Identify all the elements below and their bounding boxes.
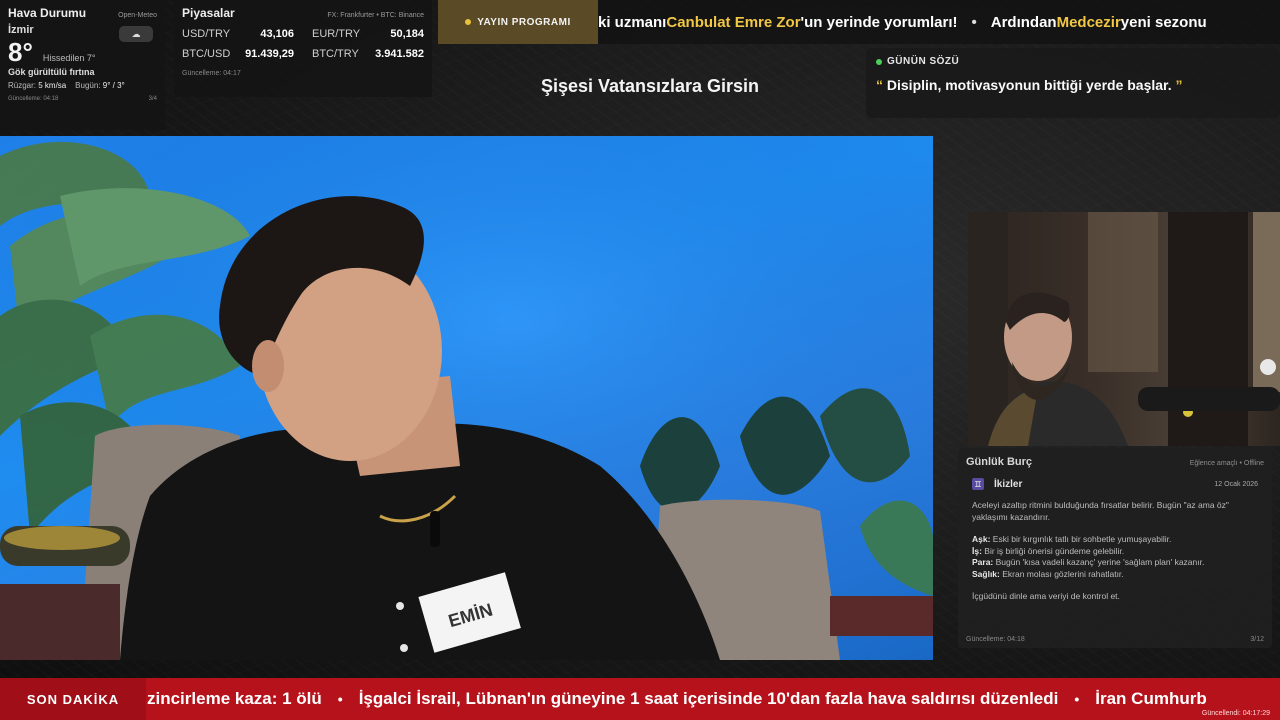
breaking-news-bar: SON DAKİKA zincirleme kaza: 1 ölü • İşga…	[0, 678, 1280, 720]
horoscope-body: Aceleyi azaltıp ritmini bulduğunda fırsa…	[966, 500, 1264, 603]
cloud-icon: ☁	[119, 26, 153, 42]
horoscope-line-text: Ekran molası gözlerini rahatlatır.	[999, 568, 1124, 579]
quote-label: GÜNÜN SÖZÜ	[887, 56, 960, 67]
weather-panel: Hava Durumu Open-Meteo İzmir ☁ 8° Hissed…	[0, 0, 165, 130]
market-symbol: EUR/TRY	[312, 28, 361, 40]
market-value: 43,106	[260, 28, 294, 40]
market-value: 91.439,29	[245, 48, 294, 60]
markets-updated: Güncelleme: 04:17	[182, 70, 241, 77]
today-value: 9° / 3°	[102, 81, 125, 90]
gemini-icon: ♊	[972, 478, 984, 490]
weather-temperature: 8°	[8, 37, 33, 67]
horoscope-line: Aşk: Eski bir kırgınlık tatlı bir sohbet…	[972, 534, 1258, 546]
quote-open-mark: “	[876, 77, 883, 93]
weather-feels-like: Hissedilen 7°	[42, 53, 96, 63]
breaking-separator: •	[337, 691, 343, 707]
breaking-separator: •	[1074, 691, 1080, 707]
horoscope-sign: İkizler	[994, 478, 1023, 490]
market-row: BTC/TRY 3.941.582	[312, 48, 424, 60]
show-title: Şişesi Vatansızlara Girsin	[540, 76, 760, 96]
wind-label: Rüzgar:	[8, 81, 37, 90]
quote-text-row: “ Disiplin, motivasyonun bittiği yerde b…	[876, 77, 1270, 93]
weather-title: Hava Durumu	[8, 6, 87, 20]
breaking-label: SON DAKİKA	[0, 678, 146, 720]
horoscope-panel: Günlük Burç Eğlence amaçlı • Offline ♊ İ…	[958, 448, 1272, 648]
quote-panel: GÜNÜN SÖZÜ “ Disiplin, motivasyonun bitt…	[866, 48, 1280, 118]
breaking-item: İran Cumhurb	[1095, 689, 1207, 708]
schedule-label: YAYIN PROGRAMI	[477, 16, 571, 28]
ticker-part: Ardından	[990, 13, 1057, 31]
webcam-scene	[968, 212, 1280, 446]
ticker-highlight: Canbulat Emre Zor	[666, 13, 801, 31]
weather-page: 3/4	[148, 96, 157, 102]
markets-title: Piyasalar	[182, 6, 235, 20]
ticker-part: ki uzmanı	[598, 13, 667, 31]
market-symbol: BTC/TRY	[312, 48, 359, 60]
main-video: EMİN	[0, 136, 933, 660]
markets-panel: Piyasalar FX: Frankfurter • BTC: Binance…	[174, 0, 432, 97]
horoscope-title: Günlük Burç	[966, 456, 1033, 468]
horoscope-line-text: Bir iş birliği önerisi gündeme gelebilir…	[981, 545, 1125, 556]
horoscope-line-key: Para:	[972, 557, 994, 567]
horoscope-intro: Aceleyi azaltıp ritmini bulduğunda fırsa…	[972, 500, 1229, 522]
horoscope-line-key: Aşk:	[972, 534, 991, 544]
weather-wind-row: Rüzgar: 5 km/sa Bugün: 9° / 3°	[8, 81, 157, 90]
market-value: 50,184	[390, 28, 424, 40]
market-row: BTC/USD 91.439,29	[182, 48, 294, 60]
ticker-highlight: Medcezir	[1056, 13, 1121, 31]
market-symbol: USD/TRY	[182, 28, 231, 40]
horoscope-line-key: Sağlık:	[972, 568, 1000, 579]
market-row: EUR/TRY 50,184	[312, 28, 424, 40]
market-symbol: BTC/USD	[182, 48, 231, 60]
horoscope-closing: İçgüdünü dinle ama veriyi de kontrol et.	[972, 591, 1120, 601]
breaking-item: zincirleme kaza: 1 ölü	[147, 689, 322, 708]
markets-source: FX: Frankfurter • BTC: Binance	[327, 12, 424, 19]
horoscope-line-text: Eski bir kırgınlık tatlı bir sohbetle yu…	[990, 534, 1172, 544]
horoscope-line-key: İş:	[972, 545, 982, 556]
horoscope-date: 12 Ocak 2026	[1214, 480, 1258, 488]
ticker-part: yeni sezonu	[1120, 13, 1207, 31]
weather-condition: Gök gürültülü fırtına	[8, 67, 95, 77]
schedule-button[interactable]: YAYIN PROGRAMI	[438, 0, 598, 44]
top-ticker: YAYIN PROGRAMI ki uzmanı Canbulat Emre Z…	[438, 0, 1280, 44]
ticker-part: 'un yerinde yorumları!	[800, 13, 958, 31]
breaking-news-text: zincirleme kaza: 1 ölü • İşgalci İsrail,…	[147, 678, 1207, 720]
weather-updated: Güncelleme: 04:18	[8, 96, 59, 102]
ticker-text: ki uzmanı Canbulat Emre Zor 'un yerinde …	[598, 0, 1207, 44]
wind-value: 5 km/sa	[38, 81, 67, 90]
horoscope-page: 3/12	[1250, 636, 1264, 643]
live-dot-icon	[876, 58, 882, 65]
market-value: 3.941.582	[375, 48, 424, 60]
today-label: Bugün:	[75, 81, 101, 90]
breaking-updated: Güncellendi: 04:17:29	[1201, 710, 1270, 717]
quote-text: Disiplin, motivasyonun bittiği yerde baş…	[886, 77, 1172, 93]
schedule-dot-icon	[465, 19, 472, 25]
horoscope-line: İş: Bir iş birliği önerisi gündeme geleb…	[972, 546, 1258, 558]
quote-close-mark: ”	[1175, 77, 1183, 93]
horoscope-line-text: Bugün 'kısa vadeli kazanç' yerine 'sağla…	[993, 557, 1205, 567]
horoscope-updated: Güncelleme: 04:18	[966, 636, 1025, 643]
ticker-separator: •	[971, 13, 977, 31]
weather-source: Open-Meteo	[118, 12, 157, 19]
market-row: USD/TRY 43,106	[182, 28, 294, 40]
horoscope-note: Eğlence amaçlı • Offline	[1189, 460, 1264, 467]
horoscope-line: Para: Bugün 'kısa vadeli kazanç' yerine …	[972, 557, 1258, 569]
video-scene: EMİN	[0, 136, 933, 660]
webcam-feed	[968, 212, 1280, 446]
horoscope-line: Sağlık: Ekran molası gözlerini rahatlatı…	[972, 569, 1258, 581]
breaking-item: İşgalci İsrail, Lübnan'ın güneyine 1 saa…	[358, 689, 1059, 708]
